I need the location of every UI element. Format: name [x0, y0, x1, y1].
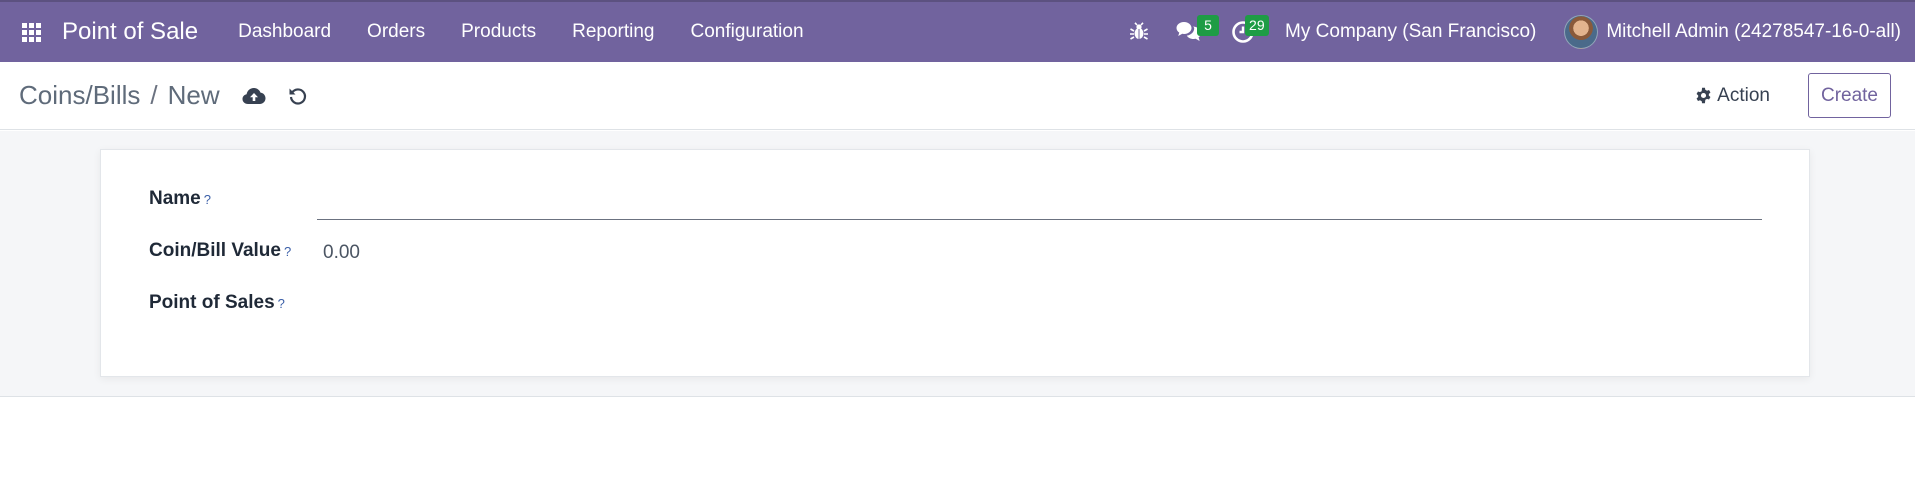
menu-item-orders[interactable]: Orders — [349, 2, 443, 62]
point-of-sales-tags-field[interactable] — [317, 288, 1762, 318]
coin-bill-value-input[interactable] — [323, 238, 623, 268]
apps-menu-icon[interactable] — [0, 2, 62, 62]
user-menu[interactable]: Mitchell Admin (24278547-16-0-all) — [1564, 15, 1901, 49]
point-of-sales-label: Point of Sales — [149, 292, 275, 313]
name-field-row: Name ? — [149, 188, 211, 210]
debug-bug-icon[interactable] — [1115, 2, 1163, 62]
app-brand[interactable]: Point of Sale — [62, 18, 198, 46]
gear-icon — [1696, 87, 1711, 104]
user-name: Mitchell Admin (24278547-16-0-all) — [1606, 21, 1901, 42]
avatar — [1564, 15, 1599, 49]
coin-bill-value-label: Coin/Bill Value — [149, 240, 281, 261]
company-switcher[interactable]: My Company (San Francisco) — [1285, 21, 1536, 43]
create-button[interactable]: Create — [1807, 73, 1891, 118]
control-panel-actions: Action Create — [1695, 73, 1891, 118]
control-panel: Coins/Bills / New Action Create — [0, 62, 1915, 130]
breadcrumb-separator: / — [150, 80, 158, 110]
form-view: Name ? Coin/Bill Value ? Point of Sales … — [0, 131, 1915, 397]
menu-item-configuration[interactable]: Configuration — [673, 2, 822, 62]
activities-clock-icon[interactable]: 29 — [1215, 2, 1271, 62]
activities-count-badge: 29 — [1245, 15, 1269, 36]
menu-item-reporting[interactable]: Reporting — [554, 2, 672, 62]
value-help-tooltip[interactable]: ? — [284, 244, 291, 259]
menu-item-dashboard[interactable]: Dashboard — [220, 2, 349, 62]
pos-help-tooltip[interactable]: ? — [278, 296, 285, 311]
name-input[interactable] — [317, 188, 1762, 220]
value-field-row: Coin/Bill Value ? — [149, 240, 291, 262]
breadcrumb: Coins/Bills / New — [19, 80, 220, 111]
top-menu: Dashboard Orders Products Reporting Conf… — [220, 2, 821, 62]
navbar-systray: 5 29 My Company (San Francisco) Mitchell… — [1115, 2, 1915, 62]
main-navbar: Point of Sale Dashboard Orders Products … — [0, 0, 1915, 62]
action-label: Action — [1717, 84, 1770, 106]
messages-icon[interactable]: 5 — [1163, 2, 1220, 62]
save-cloud-icon[interactable] — [240, 82, 268, 110]
action-menu-button[interactable]: Action — [1695, 85, 1770, 107]
name-help-tooltip[interactable]: ? — [204, 192, 211, 207]
breadcrumb-current: New — [167, 80, 220, 110]
breadcrumb-coins-bills[interactable]: Coins/Bills — [19, 80, 140, 111]
name-label: Name — [149, 188, 201, 209]
menu-item-products[interactable]: Products — [443, 2, 554, 62]
form-sheet: Name ? Coin/Bill Value ? Point of Sales … — [100, 149, 1810, 377]
discard-undo-icon[interactable] — [284, 82, 312, 110]
pos-field-row: Point of Sales ? — [149, 292, 285, 314]
